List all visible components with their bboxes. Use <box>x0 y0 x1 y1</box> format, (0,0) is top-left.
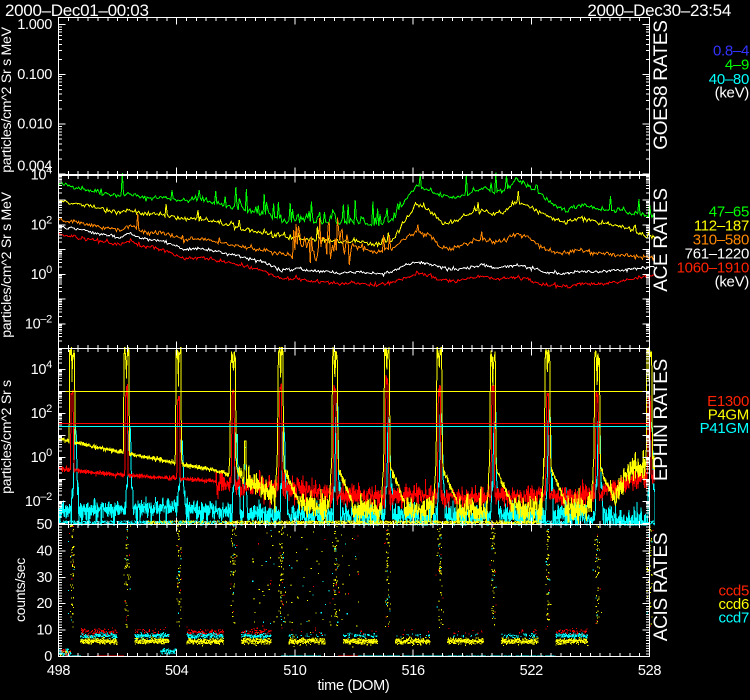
svg-text:counts/sec: counts/sec <box>12 558 28 622</box>
svg-text:498: 498 <box>47 663 71 679</box>
svg-text:30: 30 <box>36 570 52 586</box>
svg-text:0.010: 0.010 <box>17 117 52 133</box>
svg-text:20: 20 <box>36 596 52 612</box>
svg-text:ACIS RATES: ACIS RATES <box>651 533 672 642</box>
svg-text:50: 50 <box>36 517 52 533</box>
svg-text:504: 504 <box>165 663 189 679</box>
svg-text:10: 10 <box>36 623 52 639</box>
svg-text:0.100: 0.100 <box>17 67 52 83</box>
svg-text:ACE RATES: ACE RATES <box>651 188 672 292</box>
svg-text:2000–Dec30–23:54: 2000–Dec30–23:54 <box>587 1 731 20</box>
svg-text:1.000: 1.000 <box>17 17 52 33</box>
svg-text:522: 522 <box>520 663 544 679</box>
svg-text:ccd7: ccd7 <box>719 610 750 627</box>
svg-text:(keV): (keV) <box>715 85 750 102</box>
svg-text:528: 528 <box>638 663 662 679</box>
svg-text:EPHIN RATES: EPHIN RATES <box>651 359 672 481</box>
svg-text:40: 40 <box>36 543 52 559</box>
svg-text:P41GM: P41GM <box>700 420 749 437</box>
svg-text:particles/cm^2 Sr s: particles/cm^2 Sr s <box>0 380 15 494</box>
svg-text:time (DOM): time (DOM) <box>318 678 390 694</box>
svg-text:particles/cm^2 Sr s MeV: particles/cm^2 Sr s MeV <box>0 26 15 172</box>
svg-text:GOES8 RATES: GOES8 RATES <box>651 20 672 149</box>
svg-text:(keV): (keV) <box>715 274 750 291</box>
svg-text:516: 516 <box>401 663 425 679</box>
svg-text:particles/cm^2 Sr s MeV: particles/cm^2 Sr s MeV <box>0 191 15 337</box>
svg-text:510: 510 <box>283 663 307 679</box>
